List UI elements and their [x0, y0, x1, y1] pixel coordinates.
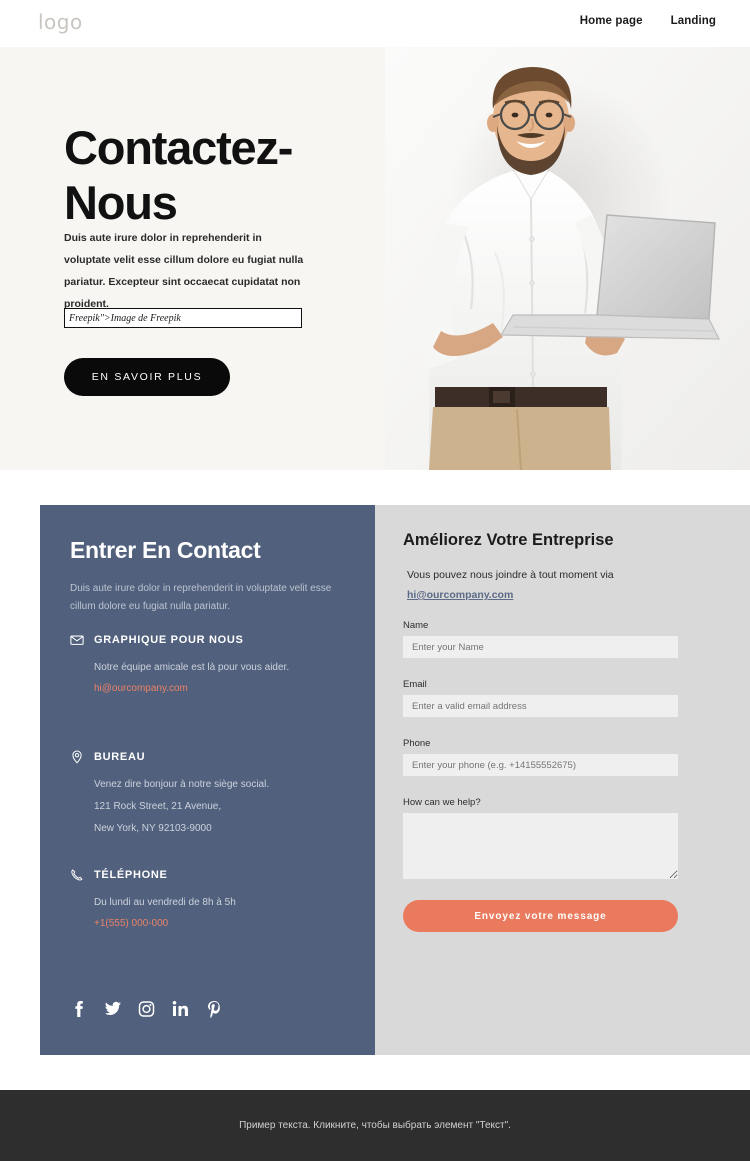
contact-block-heading-row: BUREAU	[70, 750, 355, 764]
form-subtitle: Vous pouvez nous joindre à tout moment v…	[407, 565, 707, 605]
envelope-icon	[70, 633, 84, 647]
field-email: Email	[403, 679, 678, 717]
nav-item-landing[interactable]: Landing	[671, 15, 716, 27]
learn-more-button[interactable]: EN SAVOIR PLUS	[64, 358, 230, 396]
phone-icon	[70, 868, 84, 882]
contact-panel-description: Duis aute irure dolor in reprehenderit i…	[70, 583, 332, 612]
contact-block-email-heading: GRAPHIQUE POUR NOUS	[94, 634, 244, 646]
site-header: logo Home page Landing	[0, 0, 750, 47]
facebook-icon[interactable]	[70, 1000, 86, 1018]
site-logo[interactable]: logo	[38, 10, 83, 34]
hero-title: Contactez-Nous	[64, 121, 293, 229]
office-line-3: New York, NY 92103-9000	[94, 823, 212, 834]
message-textarea[interactable]	[403, 813, 678, 879]
contact-block-phone-heading: TÉLÉPHONE	[94, 869, 168, 881]
contact-block-email-body: Notre équipe amicale est là pour vous ai…	[94, 662, 290, 673]
contact-form-panel: Améliorez Votre Entreprise Vous pouvez n…	[375, 505, 750, 1055]
field-name-label: Name	[403, 620, 429, 631]
contact-block-office-body: Venez dire bonjour à notre siège social.…	[94, 774, 355, 840]
contact-block-heading-row: TÉLÉPHONE	[70, 868, 355, 882]
phone-input[interactable]	[403, 754, 678, 776]
location-pin-icon	[70, 750, 84, 764]
hero-text-input[interactable]	[64, 308, 302, 328]
contact-email-link[interactable]: hi@ourcompany.com	[94, 683, 355, 694]
contact-block-phone-body: Du lundi au vendredi de 8h à 5h	[94, 897, 236, 908]
linkedin-icon[interactable]	[172, 1000, 188, 1018]
site-footer: Пример текста. Кликните, чтобы выбрать э…	[0, 1090, 750, 1161]
contact-phone-link[interactable]: +1(555) 000-000	[94, 918, 355, 929]
nav-item-home-page[interactable]: Home page	[580, 15, 643, 27]
contact-panel-title: Entrer En Contact	[70, 537, 261, 563]
field-phone-label: Phone	[403, 738, 431, 749]
field-phone: Phone	[403, 738, 678, 776]
field-message-label: How can we help?	[403, 797, 481, 808]
field-name: Name	[403, 620, 678, 658]
footer-text: Пример текста. Кликните, чтобы выбрать э…	[239, 1120, 511, 1131]
name-input[interactable]	[403, 636, 678, 658]
main-navigation: Home page Landing	[580, 15, 716, 27]
twitter-icon[interactable]	[104, 1000, 121, 1018]
contact-block-phone: TÉLÉPHONE Du lundi au vendredi de 8h à 5…	[70, 868, 355, 929]
instagram-icon[interactable]	[138, 1000, 155, 1018]
submit-message-button[interactable]: Envoyez votre message	[403, 900, 678, 932]
hero-section: Contactez-Nous Duis aute irure dolor in …	[0, 47, 750, 470]
contact-info-panel: Entrer En Contact Duis aute irure dolor …	[40, 505, 375, 1055]
hero-photo	[385, 47, 750, 470]
pinterest-icon[interactable]	[206, 1000, 222, 1018]
form-email-link[interactable]: hi@ourcompany.com	[407, 589, 513, 601]
form-title: Améliorez Votre Entreprise	[403, 531, 614, 549]
contact-block-email: GRAPHIQUE POUR NOUS Notre équipe amicale…	[70, 633, 355, 694]
landing-page: logo Home page Landing Contactez-Nous Du…	[0, 0, 750, 1161]
field-message: How can we help?	[403, 797, 678, 879]
email-input[interactable]	[403, 695, 678, 717]
field-email-label: Email	[403, 679, 427, 690]
office-line-2: 121 Rock Street, 21 Avenue,	[94, 801, 222, 812]
form-subtitle-text: Vous pouvez nous joindre à tout moment v…	[407, 569, 614, 581]
contact-block-office-heading: BUREAU	[94, 751, 146, 763]
hero-description: Duis aute irure dolor in reprehenderit i…	[64, 232, 304, 310]
office-line-1: Venez dire bonjour à notre siège social.	[94, 779, 270, 790]
contact-block-office: BUREAU Venez dire bonjour à notre siège …	[70, 750, 355, 840]
social-links	[70, 1000, 222, 1018]
contact-block-heading-row: GRAPHIQUE POUR NOUS	[70, 633, 355, 647]
